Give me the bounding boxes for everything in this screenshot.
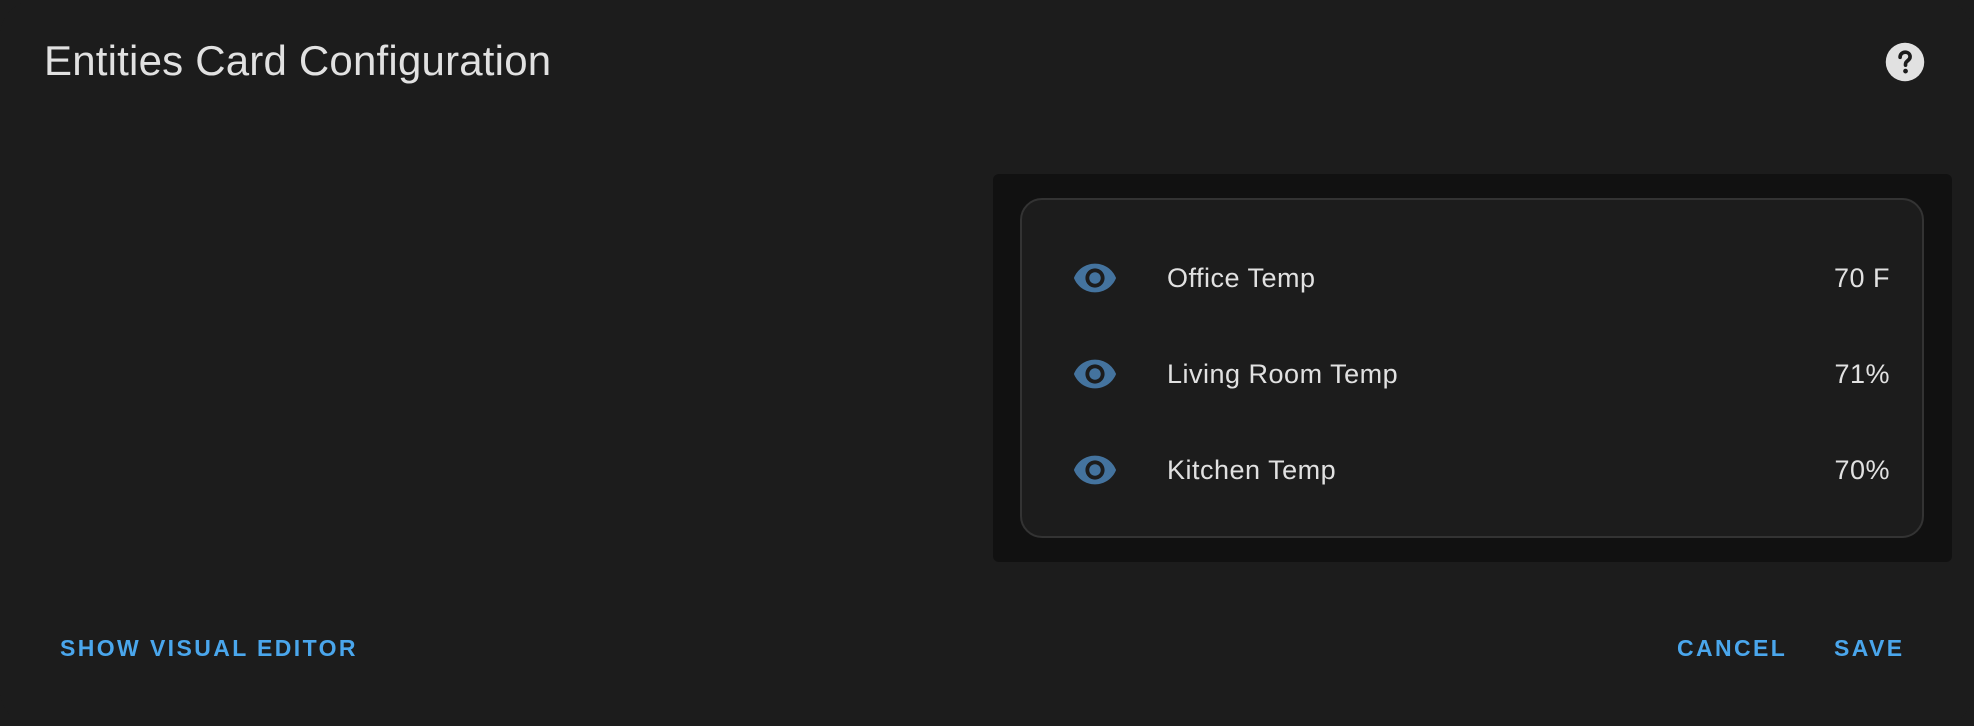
entity-row-living-room-temp[interactable]: Living Room Temp 71% <box>1022 344 1922 404</box>
entity-name: Living Room Temp <box>1167 358 1399 389</box>
entities-card: Office Temp 70 F Living Room Temp 71% Ki… <box>1020 198 1924 538</box>
eye-icon <box>1071 446 1119 494</box>
entity-row-office-temp[interactable]: Office Temp 70 F <box>1022 248 1922 308</box>
entity-name: Office Temp <box>1167 262 1316 293</box>
eye-icon <box>1071 350 1119 398</box>
help-circle-icon <box>1885 42 1925 82</box>
entity-row-kitchen-temp[interactable]: Kitchen Temp 70% <box>1022 440 1922 500</box>
show-visual-editor-button[interactable]: SHOW VISUAL EDITOR <box>60 628 358 668</box>
save-button[interactable]: SAVE <box>1834 628 1905 668</box>
help-button[interactable] <box>1881 38 1929 86</box>
cancel-button[interactable]: CANCEL <box>1677 628 1787 668</box>
dialog-title: Entities Card Configuration <box>44 37 552 84</box>
card-config-dialog: Entities Card Configuration Office Temp … <box>0 0 1974 726</box>
eye-icon <box>1071 254 1119 302</box>
entity-name: Kitchen Temp <box>1167 454 1337 485</box>
entity-state: 71% <box>1834 358 1890 389</box>
entity-state: 70 F <box>1833 262 1890 293</box>
entity-state: 70% <box>1834 454 1890 485</box>
